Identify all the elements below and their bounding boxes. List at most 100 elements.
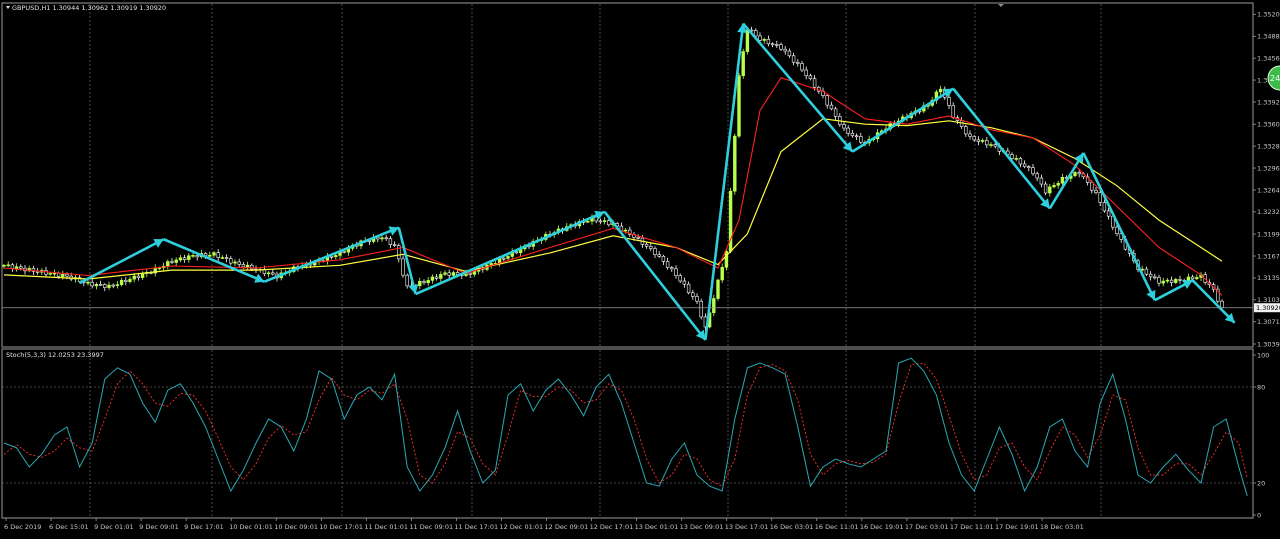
candle-body	[342, 250, 346, 253]
candle-body	[1022, 163, 1027, 167]
candle-body	[968, 133, 972, 137]
time-tick-label: 17 Dec 03:01	[905, 523, 949, 531]
candle-body	[1027, 166, 1031, 168]
time-tick-label: 17 Dec 19:01	[995, 523, 1039, 531]
trade-badge-text: 24	[1270, 74, 1280, 83]
candle-body	[691, 292, 695, 297]
time-tick-label: 6 Dec 15:01	[49, 523, 89, 531]
candle-body	[237, 261, 241, 265]
candle-body	[489, 263, 493, 266]
candle-body	[10, 264, 15, 269]
candle-body	[846, 127, 850, 134]
time-tick-label: 12 Dec 09:01	[545, 523, 589, 531]
time-tick-label: 9 Dec 09:01	[139, 523, 179, 531]
candle-body	[1102, 202, 1107, 212]
candle-body	[1043, 183, 1048, 194]
candle-body	[48, 272, 52, 275]
candle-body	[405, 274, 409, 287]
candle-body	[1220, 300, 1224, 308]
candle-body	[451, 272, 456, 276]
candle-body	[1056, 182, 1060, 186]
time-tick-label: 18 Dec 03:01	[1040, 523, 1084, 531]
candle-body	[86, 281, 90, 284]
candle-body	[502, 257, 506, 260]
candle-body	[1031, 167, 1035, 175]
price-tick-label: 1.31355	[1257, 274, 1280, 282]
candle-body	[1014, 158, 1018, 160]
candle-body	[216, 252, 220, 258]
time-tick-label: 9 Dec 01:01	[94, 523, 134, 531]
price-tick-label: 1.30390	[1257, 340, 1280, 348]
candle-body	[6, 264, 10, 267]
candle-body	[443, 272, 447, 275]
candle-body	[422, 281, 426, 284]
candle-body	[388, 238, 393, 245]
candle-body	[14, 266, 19, 269]
candle-body	[649, 245, 653, 249]
candle-body	[434, 276, 439, 279]
candle-body	[1039, 177, 1044, 185]
candle-body	[1010, 154, 1014, 159]
candle-body	[989, 144, 993, 146]
candle-body	[741, 51, 745, 76]
candle-body	[993, 144, 997, 147]
price-tick-label: 1.34885	[1257, 33, 1280, 41]
candle-body	[808, 75, 813, 80]
candle-body	[964, 126, 968, 135]
candle-body	[833, 108, 838, 117]
candle-body	[468, 272, 472, 275]
time-tick-label: 17 Dec 11:01	[950, 523, 994, 531]
price-tick-label: 1.33925	[1257, 98, 1280, 106]
candle-body	[602, 220, 607, 222]
candle-body	[1094, 189, 1098, 193]
candle-body	[724, 250, 729, 268]
candle-body	[678, 275, 682, 282]
time-tick-label: 12 Dec 17:01	[590, 523, 634, 531]
price-tick-label: 1.34565	[1257, 54, 1280, 62]
candle-body	[733, 135, 737, 192]
candle-body	[825, 95, 829, 106]
candle-body	[775, 44, 779, 46]
stoch-tick-label: 100	[1257, 351, 1269, 359]
candle-body	[124, 279, 128, 282]
candle-body	[166, 261, 170, 267]
candle-body	[90, 281, 94, 287]
candle-body	[119, 279, 124, 285]
candle-body	[636, 237, 640, 239]
candle-body	[447, 272, 451, 276]
candle-body	[842, 124, 846, 129]
chart-canvas[interactable]: 1.352051.348851.345651.342451.339251.336…	[0, 0, 1280, 535]
time-tick-label: 10 Dec 01:01	[229, 523, 273, 531]
candle-body	[212, 252, 216, 256]
time-tick-label: 13 Dec 09:01	[680, 523, 724, 531]
candle-body	[2, 264, 6, 267]
candle-body	[670, 267, 674, 270]
candle-body	[128, 278, 132, 282]
candle-body	[178, 257, 183, 261]
candle-body	[712, 298, 716, 314]
chart-background	[0, 0, 1280, 535]
candle-body	[224, 257, 229, 259]
candle-body	[758, 35, 762, 41]
price-tick-label: 1.35205	[1257, 11, 1280, 19]
time-tick-label: 9 Dec 17:01	[184, 523, 224, 531]
candle-body	[233, 261, 237, 264]
candle-body	[1174, 279, 1178, 283]
candle-body	[1052, 185, 1056, 188]
candle-body	[94, 283, 99, 287]
candle-body	[380, 237, 384, 240]
price-tick-label: 1.33600	[1257, 121, 1280, 129]
candle-body	[98, 283, 103, 286]
candle-body	[779, 44, 783, 50]
candle-body	[208, 254, 212, 257]
candle-body	[182, 257, 187, 260]
candle-body	[674, 268, 678, 276]
candle-body	[791, 55, 796, 63]
candle-body	[1090, 182, 1094, 191]
candle-body	[947, 97, 951, 106]
candle-body	[174, 259, 178, 263]
candle-body	[418, 281, 422, 286]
candle-body	[972, 136, 976, 141]
trading-chart[interactable]: 1.352051.348851.345651.342451.339251.336…	[0, 0, 1280, 535]
candle-body	[607, 220, 611, 226]
